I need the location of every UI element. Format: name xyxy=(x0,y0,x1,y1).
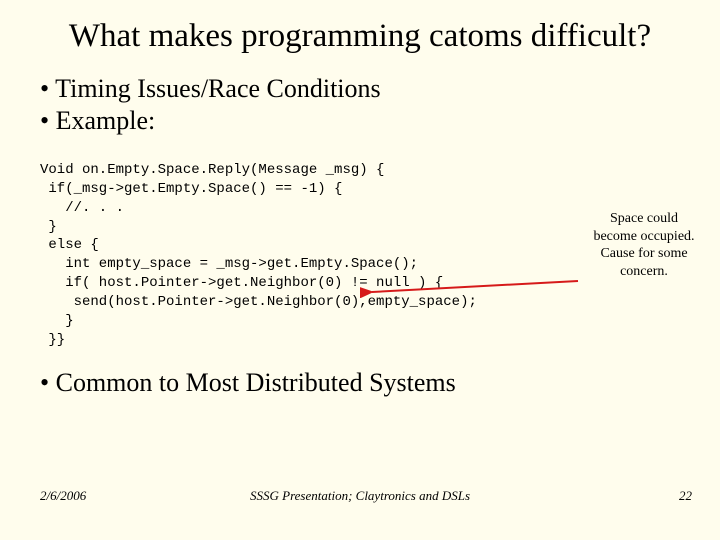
bullet-list-bottom: Common to Most Distributed Systems xyxy=(0,368,720,398)
bullet-common: Common to Most Distributed Systems xyxy=(40,368,692,398)
code-line: else { xyxy=(40,237,99,253)
code-line: int empty_space = _msg->get.Empty.Space(… xyxy=(40,256,418,272)
footer: 2/6/2006 SSSG Presentation; Claytronics … xyxy=(0,488,720,524)
code-line: //. . . xyxy=(40,200,124,216)
footer-title: SSSG Presentation; Claytronics and DSLs xyxy=(0,488,720,504)
slide-title: What makes programming catoms difficult? xyxy=(0,0,720,56)
slide: What makes programming catoms difficult?… xyxy=(0,0,720,540)
bullet-example: Example: xyxy=(40,106,692,136)
code-line: if(_msg->get.Empty.Space() == -1) { xyxy=(40,181,342,197)
code-line: send(host.Pointer->get.Neighbor(0),empty… xyxy=(40,294,477,310)
code-line: }} xyxy=(40,332,65,348)
bullet-list-top: Timing Issues/Race Conditions Example: xyxy=(0,74,720,136)
footer-page: 22 xyxy=(679,488,692,504)
annotation-note: Space could become occupied. Cause for s… xyxy=(590,210,698,280)
bullet-timing: Timing Issues/Race Conditions xyxy=(40,74,692,104)
code-line: } xyxy=(40,313,74,329)
code-line: } xyxy=(40,219,57,235)
code-line: Void on.Empty.Space.Reply(Message _msg) … xyxy=(40,162,384,178)
code-line: if( host.Pointer->get.Neighbor(0) != nul… xyxy=(40,275,443,291)
